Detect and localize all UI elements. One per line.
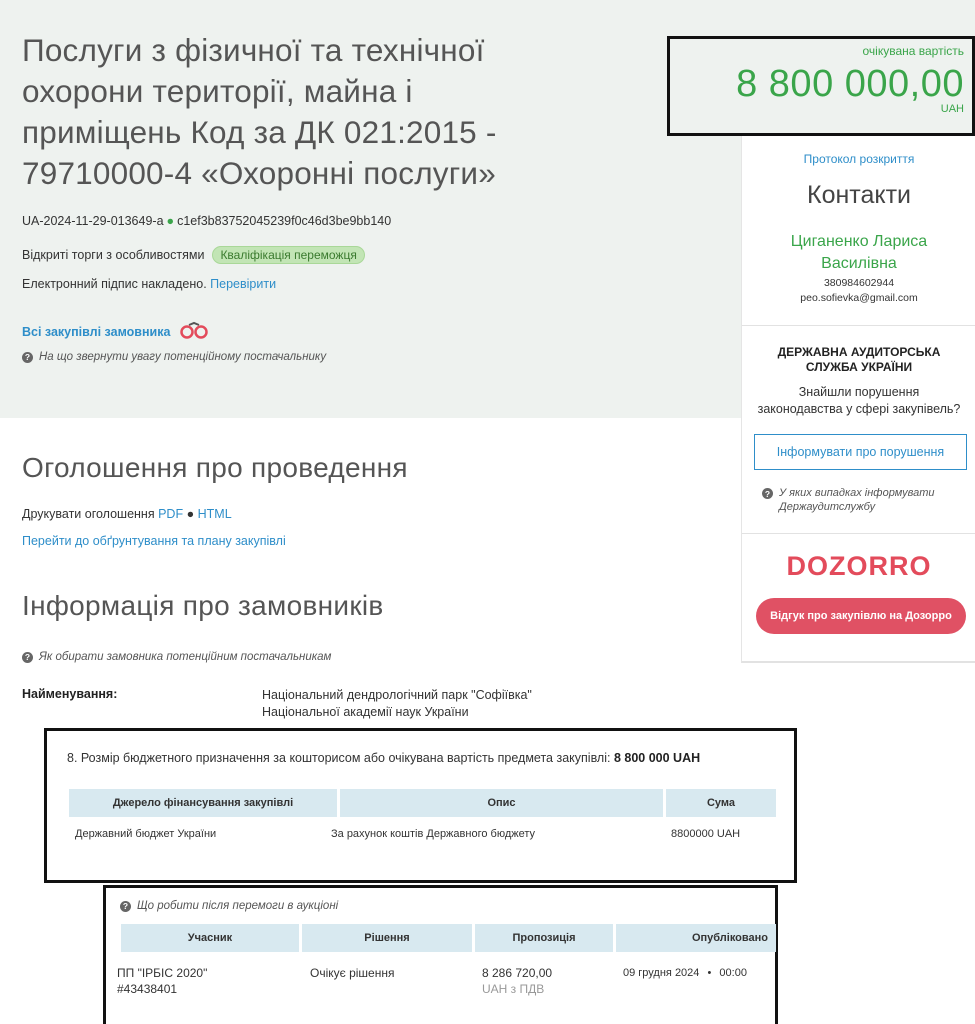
procurement-plan-link[interactable]: Перейти до обґрунтування та плану закупі… — [22, 534, 286, 548]
decision-link[interactable]: Очікує рішення — [310, 965, 395, 981]
dozorro-review-button[interactable]: Відгук про закупівлю на Дозорро — [756, 598, 966, 634]
results-header-published: Опубліковано — [616, 924, 776, 952]
offer-value: 8 286 720,00 — [482, 966, 553, 980]
print-label: Друкувати оголошення — [22, 507, 155, 521]
print-pdf-link[interactable]: PDF — [158, 507, 183, 521]
results-header-decision: Рішення — [302, 924, 472, 952]
question-icon: ? — [120, 900, 131, 912]
protocol-link[interactable]: Протокол розкриття — [742, 152, 975, 166]
results-header-offer: Пропозиція — [475, 924, 613, 952]
contact-phone: 380984602944 — [823, 277, 895, 289]
contact-email: peo.sofievka@gmail.com — [800, 292, 918, 304]
tender-id: UA-2024-11-29-013649-a — [22, 214, 164, 228]
customer-name-label: Найменування: — [22, 687, 118, 701]
procedure-type: Відкриті торги з особливостями — [22, 248, 205, 262]
procedure-line: Відкриті торги з особливостями Кваліфіка… — [22, 246, 365, 264]
question-icon: ? — [22, 651, 33, 663]
customer-name-value: Національний дендрологічний парк "Софіїв… — [262, 687, 622, 721]
contact-name-line2: Василівна — [821, 255, 897, 272]
budget-section: 8. Розмір бюджетного призначення за кошт… — [44, 728, 797, 883]
budget-header-description: Опис — [340, 789, 663, 817]
customer-hint-link[interactable]: ? Як обирати замовника потенційним поста… — [22, 651, 331, 663]
tender-hash: c1ef3b83752045239f0c46d3be9bb140 — [177, 214, 392, 228]
binoculars-icon — [180, 321, 209, 342]
supplier-hint-text: На що звернути увагу потенційному постач… — [39, 351, 327, 363]
expected-cost-label: очікувана вартість — [862, 44, 965, 58]
budget-cell-amount: 8800000 UAH — [671, 828, 741, 840]
audit-service-title: ДЕРЖАВНА АУДИТОРСЬКА СЛУЖБА УКРАЇНИ — [742, 345, 975, 375]
all-purchases-link[interactable]: Всі закупівлі замовника — [22, 321, 209, 342]
expected-cost-value: 8 800 000,00 — [736, 63, 964, 105]
report-violation-button[interactable]: Інформувати про порушення — [754, 434, 967, 470]
budget-title-amount: 8 800 000 UAH — [613, 751, 701, 765]
offer-cell: 8 286 720,00 UAH з ПДВ — [482, 965, 552, 997]
print-html-link[interactable]: HTML — [198, 507, 232, 521]
sidebar-divider — [742, 533, 975, 534]
separator-dot-icon: ● — [186, 507, 195, 521]
customer-name-line2: Національної академії наук України — [262, 705, 469, 719]
auction-hint-text: Що робити після перемоги в аукціоні — [137, 900, 339, 912]
signature-line: Електронний підпис накладено. Перевірити — [22, 277, 276, 291]
sidebar-divider — [742, 325, 975, 326]
tender-identifier: UA-2024-11-29-013649-a ● c1ef3b83752045239… — [22, 214, 391, 228]
offer-note: UAH з ПДВ — [482, 982, 545, 996]
verify-signature-link[interactable]: Перевірити — [210, 277, 276, 291]
participant-cell: ПП "ІРБІС 2020" #43438401 — [117, 965, 207, 997]
audit-text-line1: Знайшли порушення — [798, 385, 920, 399]
budget-header-amount: Сума — [666, 789, 776, 817]
participant-id: #43438401 — [117, 982, 178, 996]
print-announcement-line: Друкувати оголошення PDF ● HTML — [22, 507, 232, 521]
sidebar: Протокол розкриття Контакти Циганенко Ла… — [741, 125, 975, 663]
budget-title: 8. Розмір бюджетного призначення за кошт… — [67, 751, 700, 765]
budget-title-text: 8. Розмір бюджетного призначення за кошт… — [67, 751, 611, 765]
expected-cost-box: очікувана вартість 8 800 000,00 UAH — [667, 36, 975, 136]
budget-cell-description: За рахунок коштів Державного бюджету — [331, 828, 536, 840]
customers-heading: Інформація про замовників — [22, 590, 384, 621]
audit-title-line1: ДЕРЖАВНА АУДИТОРСЬКА — [777, 345, 941, 359]
separator-dot-icon: ● — [166, 214, 175, 228]
results-header-participant: Учасник — [121, 924, 299, 952]
contacts-title: Контакти — [807, 181, 911, 209]
published-cell: 09 грудня 2024 • 00:00 — [623, 965, 747, 981]
question-icon: ? — [22, 351, 33, 363]
audit-text-line2: законодавства у сфері закупівель? — [757, 402, 961, 416]
all-purchases-label: Всі закупівлі замовника — [22, 324, 171, 339]
audit-hint-link[interactable]: ? У яких випадках інформувати Держаудитс… — [762, 486, 972, 514]
supplier-hint-link[interactable]: ? На що звернути увагу потенційному пост… — [22, 351, 326, 363]
auction-results-section: ? Що робити після перемоги в аукціоні Уч… — [103, 885, 778, 1024]
customer-name-line1: Національний дендрологічний парк "Софіїв… — [262, 688, 532, 702]
audit-title-line2: СЛУЖБА УКРАЇНИ — [805, 360, 913, 374]
audit-question: Знайшли порушення законодавства у сфері … — [742, 384, 975, 418]
expected-cost-currency: UAH — [940, 103, 964, 115]
dozorro-logo: DOZORRO — [786, 551, 932, 581]
tender-title: Послуги з фізичної та технічної охорони … — [22, 32, 497, 191]
separator-dot-icon: • — [707, 967, 712, 979]
contact-name: Циганенко Лариса Василівна — [742, 231, 975, 275]
signature-text: Електронний підпис накладено. — [22, 277, 207, 291]
published-date: 09 грудня 2024 — [623, 967, 700, 979]
published-time: 00:00 — [719, 967, 747, 979]
customer-hint-text: Як обирати замовника потенційним постача… — [39, 651, 332, 663]
participant-name: ПП "ІРБІС 2020" — [117, 966, 208, 980]
question-icon: ? — [762, 488, 773, 499]
contact-name-line1: Циганенко Лариса — [790, 233, 928, 250]
status-badge: Кваліфікація переможця — [212, 246, 365, 264]
budget-cell-source: Державний бюджет України — [75, 828, 217, 840]
audit-hint-text: У яких випадках інформувати Держаудитслу… — [779, 487, 935, 513]
auction-hint-link[interactable]: ? Що робити після перемоги в аукціоні — [120, 900, 338, 912]
announcement-heading: Оголошення про проведення — [22, 452, 408, 483]
budget-header-source: Джерело фінансування закупівлі — [69, 789, 337, 817]
